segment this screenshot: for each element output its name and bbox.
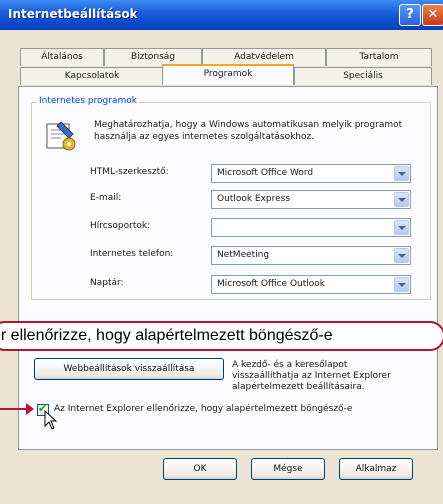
- newsgroups-label: Hírcsoportok:: [90, 221, 151, 231]
- tab-kapcsolatok[interactable]: Kapcsolatok: [20, 67, 164, 85]
- internet-call-select[interactable]: NetMeeting: [211, 246, 411, 265]
- email-value: Outlook Express: [217, 194, 291, 204]
- chevron-down-icon[interactable]: [394, 192, 409, 207]
- help-button[interactable]: ?: [399, 4, 421, 26]
- internet-call-value: NetMeeting: [217, 250, 270, 260]
- chevron-down-icon[interactable]: [394, 248, 409, 263]
- tab-altalanos[interactable]: Általános: [20, 48, 104, 66]
- callout-text: er ellenőrizze, hogy alapértelmezett bön…: [0, 327, 333, 344]
- tab-programok[interactable]: Programok: [162, 64, 294, 85]
- mouse-cursor-icon: [44, 410, 58, 430]
- callout-banner: er ellenőrizze, hogy alapértelmezett bön…: [0, 321, 443, 351]
- tab-tartalom[interactable]: Tartalom: [326, 48, 432, 66]
- reset-description: A kezdő- és a keresőlapot visszaállíthat…: [232, 360, 391, 392]
- calendar-value: Microsoft Office Outlook: [217, 279, 325, 289]
- title-bar: Internetbeállítások ? ✕: [0, 0, 443, 30]
- newsgroups-select[interactable]: [211, 218, 411, 237]
- html-editor-select[interactable]: Microsoft Office Word: [211, 164, 411, 183]
- chevron-down-icon[interactable]: [394, 166, 409, 181]
- cancel-button[interactable]: Mégse: [251, 458, 325, 480]
- calendar-select[interactable]: Microsoft Office Outlook: [211, 275, 411, 294]
- reset-web-settings-button[interactable]: Webbeállítások visszaállítása: [34, 358, 224, 380]
- default-browser-label: Az Internet Explorer ellenőrizze, hogy a…: [54, 404, 353, 414]
- apply-button[interactable]: Alkalmaz: [339, 458, 413, 480]
- html-editor-label: HTML-szerkesztő:: [90, 167, 169, 177]
- programs-icon: [46, 121, 76, 151]
- close-button[interactable]: ✕: [422, 4, 443, 26]
- email-select[interactable]: Outlook Express: [211, 190, 411, 209]
- html-editor-value: Microsoft Office Word: [217, 168, 314, 178]
- chevron-down-icon[interactable]: [394, 277, 409, 292]
- internet-call-label: Internetes telefon:: [90, 249, 174, 259]
- group-title: Internetes programok: [37, 96, 139, 106]
- group-description: Meghatározhatja, hogy a Windows automati…: [94, 120, 403, 142]
- chevron-down-icon[interactable]: [394, 220, 409, 235]
- calendar-label: Naptár:: [90, 278, 124, 288]
- email-label: E-mail:: [90, 193, 122, 203]
- tab-specialis[interactable]: Speciális: [294, 67, 432, 85]
- arrow-right-icon: [26, 403, 34, 415]
- window-title: Internetbeállítások: [8, 7, 138, 21]
- ok-button[interactable]: OK: [163, 458, 237, 480]
